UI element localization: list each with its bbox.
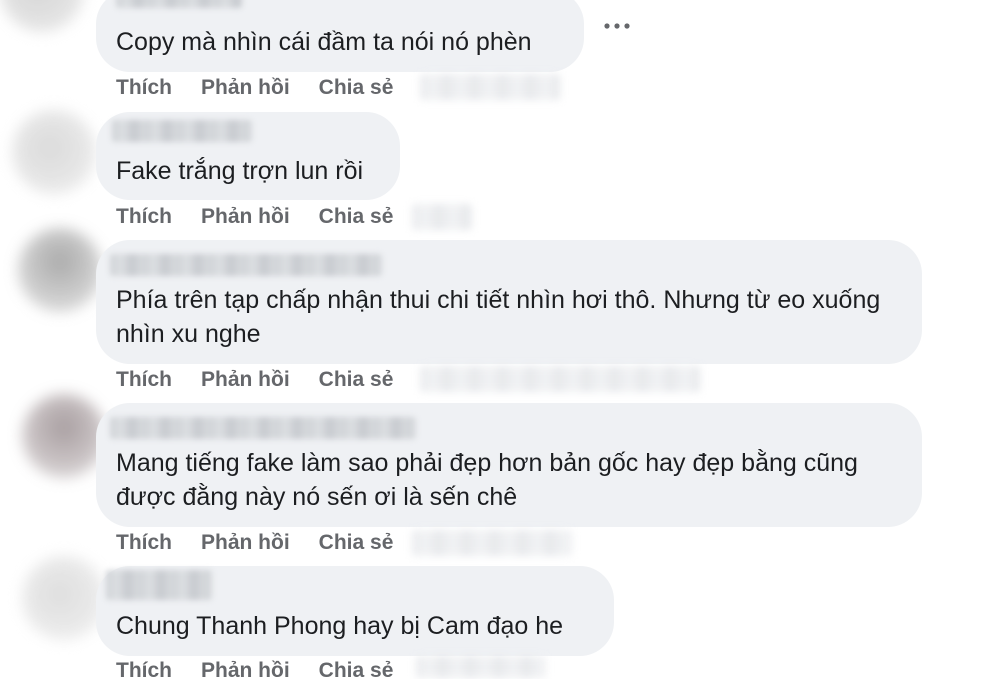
reply-button[interactable]: Phản hồi [201, 531, 290, 555]
like-button[interactable]: Thích [116, 368, 172, 392]
avatar[interactable] [22, 556, 106, 640]
reply-button[interactable]: Phản hồi [201, 659, 290, 679]
share-button[interactable]: Chia sẻ [319, 531, 394, 555]
like-button[interactable]: Thích [116, 76, 172, 100]
comment-bubble: Mang tiếng fake làm sao phải đẹp hơn bản… [96, 403, 922, 527]
avatar[interactable] [22, 394, 106, 478]
more-options-icon[interactable] [602, 16, 632, 36]
comment-thread: Copy mà nhìn cái đầm ta nói nó phèn Thíc… [0, 0, 1000, 679]
comment-text: Mang tiếng fake làm sao phải đẹp hơn bản… [116, 449, 865, 511]
like-button[interactable]: Thích [116, 659, 172, 679]
like-button[interactable]: Thích [116, 531, 172, 555]
comment-bubble: Copy mà nhìn cái đầm ta nói nó phèn [96, 0, 584, 72]
share-button[interactable]: Chia sẻ [319, 205, 394, 229]
avatar[interactable] [12, 110, 96, 194]
commenter-name-blurred[interactable] [110, 254, 382, 276]
like-button[interactable]: Thích [116, 205, 172, 229]
timestamp-blurred [412, 204, 472, 230]
comment-actions: Thích Phản hồi Chia sẻ [116, 73, 422, 103]
commenter-name-blurred[interactable] [110, 417, 416, 439]
commenter-name-blurred[interactable] [116, 0, 242, 8]
comment-actions: Thích Phản hồi Chia sẻ [116, 365, 422, 395]
comment-bubble: Fake trắng trợn lun rồi [96, 112, 400, 200]
comment-actions: Thích Phản hồi Chia sẻ [116, 202, 422, 232]
share-button[interactable]: Chia sẻ [319, 659, 394, 679]
avatar[interactable] [18, 228, 102, 312]
reply-button[interactable]: Phản hồi [201, 205, 290, 229]
reply-button[interactable]: Phản hồi [201, 368, 290, 392]
share-button[interactable]: Chia sẻ [319, 76, 394, 100]
reply-button[interactable]: Phản hồi [201, 76, 290, 100]
comment-text: Copy mà nhìn cái đầm ta nói nó phèn [116, 28, 532, 56]
share-button[interactable]: Chia sẻ [319, 368, 394, 392]
timestamp-blurred [420, 74, 560, 100]
comment-text: Fake trắng trợn lun rồi [116, 157, 364, 185]
timestamp-blurred [412, 530, 572, 556]
comment-actions: Thích Phản hồi Chia sẻ [116, 528, 422, 558]
commenter-name-blurred[interactable] [106, 570, 212, 600]
avatar[interactable] [0, 0, 84, 32]
comment-text: Chung Thanh Phong hay bị Cam đạo he [116, 612, 564, 640]
comment-bubble: Chung Thanh Phong hay bị Cam đạo he [96, 566, 614, 656]
comment-actions: Thích Phản hồi Chia sẻ [116, 656, 422, 679]
timestamp-blurred [416, 656, 546, 678]
comment-text: Phía trên tạp chấp nhận thui chi tiết nh… [116, 286, 888, 348]
timestamp-blurred [420, 366, 700, 392]
commenter-name-blurred[interactable] [112, 120, 252, 142]
comment-bubble: Phía trên tạp chấp nhận thui chi tiết nh… [96, 240, 922, 364]
